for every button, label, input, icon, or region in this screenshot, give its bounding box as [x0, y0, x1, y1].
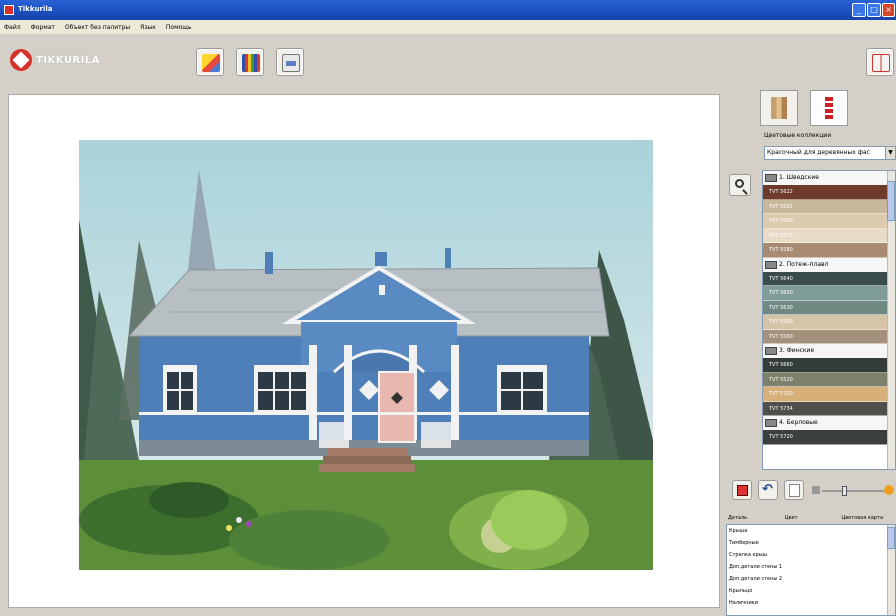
- collections-label: Цветовые коллекции: [764, 132, 832, 139]
- table-row[interactable]: Наличники: [727, 597, 895, 609]
- menu-bar: Файл Формат Объект без палитры Язык Помо…: [0, 20, 896, 34]
- printer-icon: [282, 54, 300, 72]
- picture-gallery-button[interactable]: [196, 48, 224, 76]
- swatch-group[interactable]: 4. Берловые: [763, 416, 895, 430]
- color-card-icon: [765, 174, 777, 182]
- parts-table: Деталь Цвет Цветовая карта Крыша Тимберн…: [726, 512, 896, 616]
- slider-knob[interactable]: [842, 486, 847, 496]
- menu-object[interactable]: Объект без палитры: [65, 24, 130, 31]
- close-icon[interactable]: ×: [882, 3, 895, 17]
- swatch-group[interactable]: 2. Потеж-плавл: [763, 257, 895, 272]
- color-swatch[interactable]: TVT 5570: [763, 228, 895, 243]
- color-swatch[interactable]: TVT 5520: [763, 372, 895, 387]
- color-card-icon: [765, 347, 777, 355]
- table-row[interactable]: Крыльцо: [727, 585, 895, 597]
- color-fan-icon: [825, 97, 833, 119]
- table-row[interactable]: Доп.детали стены 2: [727, 573, 895, 585]
- color-swatch[interactable]: TVT 5560: [763, 329, 895, 344]
- table-row[interactable]: Стрелка крыш: [727, 549, 895, 561]
- right-panel: Цветовые коллекции Красочный для деревян…: [726, 88, 896, 616]
- color-cards-icon: [771, 97, 787, 119]
- save-button[interactable]: [732, 480, 752, 500]
- menu-help[interactable]: Помощь: [166, 24, 192, 31]
- picture-icon: [202, 54, 220, 72]
- print-button[interactable]: [276, 48, 304, 76]
- color-swatch[interactable]: TVT 5650: [763, 286, 895, 301]
- swatch-group[interactable]: 1. Шведские: [763, 171, 895, 185]
- tikkurila-mark-icon: [10, 49, 32, 71]
- color-swatch[interactable]: TVT 5561: [763, 199, 895, 214]
- title-bar: Tikkurila _ □ ×: [0, 0, 896, 20]
- minimize-icon[interactable]: _: [852, 3, 866, 17]
- parts-scrollbar[interactable]: [887, 525, 895, 615]
- zoom-slider[interactable]: [812, 485, 894, 496]
- menu-language[interactable]: Язык: [140, 24, 156, 31]
- zoom-button[interactable]: [729, 174, 751, 196]
- save-icon: [737, 485, 748, 496]
- app-icon: [4, 5, 14, 15]
- bottom-tools: ↶: [726, 478, 896, 502]
- color-swatch[interactable]: TVT 5560: [763, 315, 895, 330]
- undo-icon: ↶: [762, 482, 773, 497]
- undo-button[interactable]: ↶: [758, 480, 778, 500]
- menu-file[interactable]: Файл: [4, 24, 21, 31]
- book-icon: [872, 54, 890, 72]
- color-swatch[interactable]: TVT 5734: [763, 401, 895, 416]
- maximize-icon[interactable]: □: [867, 3, 881, 17]
- help-book-button[interactable]: [866, 48, 894, 76]
- tab-color-fan[interactable]: [810, 90, 848, 126]
- color-swatch[interactable]: TVT 5600: [763, 214, 895, 229]
- new-page-button[interactable]: [784, 480, 804, 500]
- color-palette-button[interactable]: [236, 48, 264, 76]
- tikkurila-logo: TIKKURILA: [10, 49, 100, 71]
- color-card-icon: [765, 260, 777, 269]
- swatch-list[interactable]: 1. Шведские TVT 5622 TVT 5561 TVT 5600 TVT 5…: [762, 170, 896, 470]
- color-card-icon: [765, 419, 777, 427]
- color-swatch[interactable]: TVT 5630: [763, 300, 895, 315]
- page-icon: [789, 484, 800, 497]
- color-swatch[interactable]: TVT 5720: [763, 430, 895, 445]
- color-swatch[interactable]: TVT 5660: [763, 358, 895, 373]
- house-photo[interactable]: [79, 140, 653, 570]
- window-title: Tikkurila: [18, 5, 53, 13]
- table-row[interactable]: Тимберные: [727, 537, 895, 549]
- chevron-down-icon[interactable]: ▼: [885, 147, 895, 159]
- color-swatch[interactable]: TVT 5580: [763, 243, 895, 258]
- parts-table-header: Деталь Цвет Цветовая карта: [728, 515, 884, 521]
- color-swatch[interactable]: TVT 5622: [763, 185, 895, 200]
- swatch-group[interactable]: 3. Финские: [763, 344, 895, 358]
- magnifier-icon: [735, 179, 744, 188]
- menu-format[interactable]: Формат: [31, 24, 55, 31]
- palette-icon: [242, 54, 260, 72]
- toolbar: TIKKURILA: [0, 34, 896, 88]
- table-row[interactable]: Доп.детали стены 1: [727, 561, 895, 573]
- parts-table-body[interactable]: Крыша Тимберные Стрелка крыш Доп.детали …: [726, 524, 896, 616]
- house-canvas[interactable]: [8, 94, 720, 608]
- swatch-scrollbar[interactable]: [887, 171, 895, 469]
- color-swatch[interactable]: TVT 5640: [763, 271, 895, 286]
- tab-color-cards[interactable]: [760, 90, 798, 126]
- zoom-out-icon[interactable]: [812, 486, 820, 494]
- zoom-in-icon[interactable]: [884, 485, 894, 495]
- table-row[interactable]: Крыша: [727, 525, 895, 537]
- color-swatch[interactable]: TVT 5720: [763, 387, 895, 402]
- collection-select[interactable]: Красочный для деревянных фас ▼: [764, 146, 896, 160]
